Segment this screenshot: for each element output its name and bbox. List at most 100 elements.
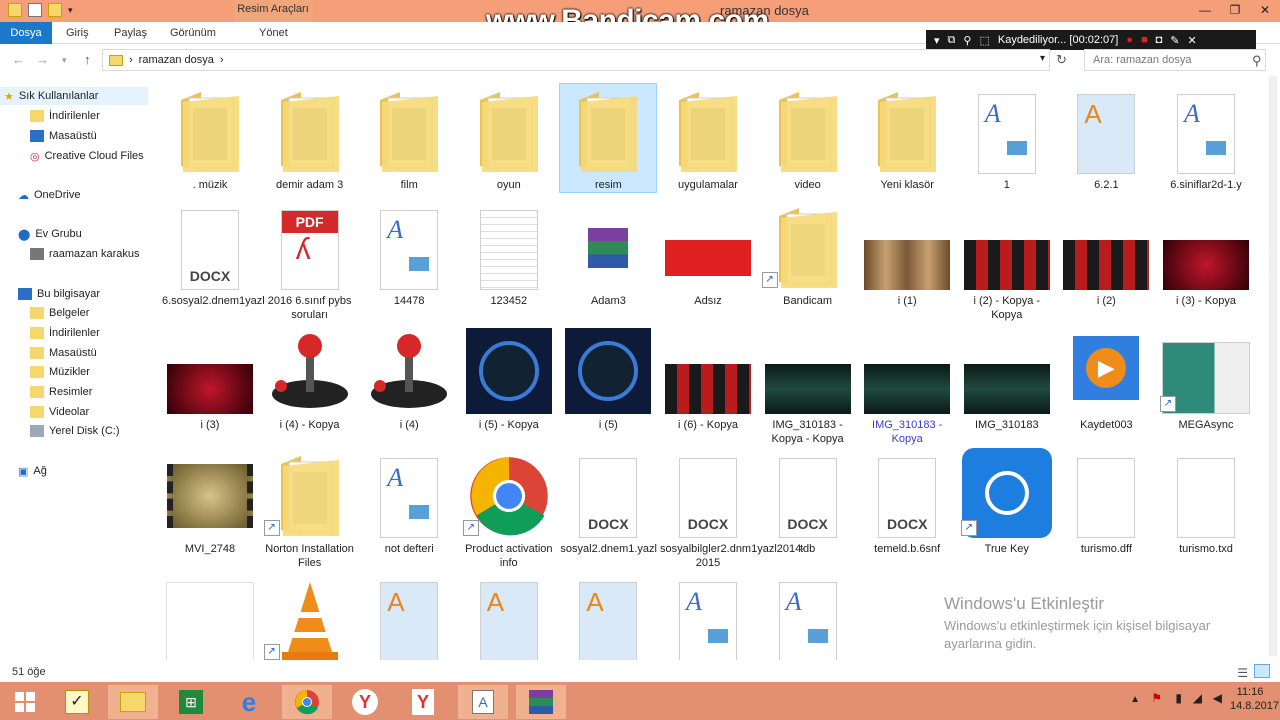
close-button[interactable]: ✕	[1250, 0, 1280, 20]
tab-home[interactable]: Giriş	[58, 22, 97, 44]
sidebar-item-pictures[interactable]: Resimler	[30, 383, 92, 401]
chevron-down-icon[interactable]: ▾	[934, 34, 940, 47]
back-arrow-icon[interactable]: ←	[12, 52, 25, 67]
sidebar-item-videos[interactable]: Videolar	[30, 403, 89, 421]
file-item[interactable]: i (1)	[859, 200, 955, 308]
sidebar-item-this-pc[interactable]: Bu bilgisayar	[18, 285, 100, 303]
file-item[interactable]: IMG_310183 - Kopya - Kopya	[760, 324, 856, 446]
file-item[interactable]: oyun	[461, 84, 557, 192]
breadcrumb[interactable]: ramazan dosya	[139, 54, 214, 66]
file-item[interactable]: i (2) - Kopya - Kopya	[959, 200, 1055, 322]
sidebar-item-creative-cloud[interactable]: ◎ Creative Cloud Files	[30, 147, 144, 165]
file-item[interactable]: film	[361, 84, 457, 192]
taskbar-wordpad[interactable]: A	[458, 685, 508, 719]
minimize-button[interactable]: —	[1190, 0, 1220, 20]
file-item[interactable]: DOCX tdb	[760, 448, 856, 556]
file-item[interactable]: A 6.siniflar2d-1.y	[1158, 84, 1254, 192]
file-item[interactable]: PDF ʎ 2016 6.sınıf pybs soruları	[262, 200, 358, 322]
chevron-down-icon[interactable]: ▾	[68, 3, 76, 17]
tab-file[interactable]: Dosya	[0, 22, 52, 44]
sidebar-item-onedrive[interactable]: ☁ OneDrive	[18, 186, 80, 204]
file-item[interactable]: MVI_2748	[162, 448, 258, 556]
start-button[interactable]	[0, 685, 50, 719]
file-item[interactable]: A	[461, 572, 557, 660]
file-item[interactable]: i (2)	[1058, 200, 1154, 308]
file-item[interactable]: Adam3	[560, 200, 656, 308]
tab-share[interactable]: Paylaş	[106, 22, 155, 44]
sidebar-item-local-disk[interactable]: Yerel Disk (C:)	[30, 422, 120, 440]
taskbar-file-explorer[interactable]	[108, 685, 158, 719]
taskbar-internet-explorer[interactable]: e	[224, 685, 274, 719]
file-item[interactable]: i (3)	[162, 324, 258, 432]
close-icon[interactable]: ✕	[1188, 34, 1197, 47]
camera-icon[interactable]: ◘	[1156, 34, 1163, 46]
stop-icon[interactable]: ■	[1141, 34, 1148, 46]
taskbar-store[interactable]: ⊞	[166, 685, 216, 719]
file-item[interactable]: demir adam 3	[262, 84, 358, 192]
window-icon[interactable]: ⧉	[948, 34, 956, 47]
volume-icon[interactable]: ◀	[1213, 691, 1222, 705]
file-item[interactable]: ↗ Norton Installation Files	[262, 448, 358, 570]
sidebar-item-downloads[interactable]: İndirilenler	[30, 107, 100, 125]
maximize-button[interactable]: ❐	[1220, 0, 1250, 20]
signal-icon[interactable]: ◢	[1193, 691, 1202, 705]
sidebar-item-documents[interactable]: Belgeler	[30, 304, 89, 322]
file-item[interactable]: i (6) - Kopya	[660, 324, 756, 432]
record-icon[interactable]: ●	[1126, 34, 1133, 46]
chevron-up-icon[interactable]: ▲	[1130, 693, 1140, 707]
refresh-icon[interactable]: ↻	[1056, 52, 1067, 68]
file-item[interactable]: ↗	[262, 572, 358, 660]
file-item[interactable]: . müzik	[162, 84, 258, 192]
battery-icon[interactable]: ▮	[1175, 691, 1182, 705]
file-item[interactable]: A	[760, 572, 856, 660]
tab-manage[interactable]: Yönet	[251, 22, 296, 44]
file-item[interactable]: IMG_310183 - Kopya	[859, 324, 955, 446]
region-icon[interactable]: ⬚	[979, 34, 989, 47]
file-item[interactable]: i (3) - Kopya	[1158, 200, 1254, 308]
chevron-down-icon[interactable]: ▾	[1040, 53, 1045, 64]
sidebar-item-user[interactable]: raamazan karakus	[30, 245, 140, 263]
file-item[interactable]: A	[660, 572, 756, 660]
sidebar-item-desktop[interactable]: Masaüstü	[30, 127, 97, 145]
file-item[interactable]: turismo.txd	[1158, 448, 1254, 556]
file-item[interactable]: i (4) - Kopya	[262, 324, 358, 432]
search-input[interactable]: Ara: ramazan dosya	[1084, 49, 1266, 71]
file-item[interactable]: 123452	[461, 200, 557, 308]
file-item[interactable]: ↗ Bandicam	[760, 200, 856, 308]
file-item[interactable]: video	[760, 84, 856, 192]
sidebar-item-favorites[interactable]: ★ Sık Kullanılanlar	[0, 87, 148, 105]
up-arrow-icon[interactable]: ↑	[84, 52, 91, 67]
sidebar-item-downloads-pc[interactable]: İndirilenler	[30, 324, 100, 342]
sidebar-item-desktop-pc[interactable]: Masaüstü	[30, 344, 97, 362]
file-item[interactable]: ↗ MEGAsync	[1158, 324, 1254, 432]
taskbar-chrome[interactable]	[282, 685, 332, 719]
file-item[interactable]: Yeni klasör	[859, 84, 955, 192]
pencil-icon[interactable]: ✎	[1170, 34, 1179, 47]
file-item[interactable]: A 14478	[361, 200, 457, 308]
file-item[interactable]: turismo.dff	[1058, 448, 1154, 556]
forward-arrow-icon[interactable]: →	[36, 52, 49, 67]
properties-icon[interactable]	[28, 3, 42, 17]
large-icons-view-icon[interactable]	[1254, 664, 1270, 678]
file-item[interactable]: i (4)	[361, 324, 457, 432]
search-icon[interactable]: ⚲	[963, 34, 971, 47]
taskbar-winrar[interactable]	[516, 685, 566, 719]
file-item[interactable]: resim	[559, 83, 658, 193]
path-field[interactable]: › ramazan dosya › ▾	[102, 49, 1050, 71]
file-item[interactable]: A	[361, 572, 457, 660]
vertical-scrollbar[interactable]	[1269, 76, 1277, 656]
file-item[interactable]: DOCX temeld.b.6snf	[859, 448, 955, 556]
folder-icon[interactable]	[8, 3, 22, 17]
chevron-down-icon[interactable]: ▾	[62, 55, 67, 66]
file-item[interactable]: ▶ Kaydet003	[1058, 324, 1154, 432]
file-item[interactable]: ↗ Product activation info	[461, 448, 557, 570]
file-item[interactable]: A 6.2.1	[1058, 84, 1154, 192]
file-item[interactable]: ↗ True Key	[959, 448, 1055, 556]
file-item[interactable]: uygulamalar	[660, 84, 756, 192]
file-item[interactable]: i (5)	[560, 324, 656, 432]
file-item[interactable]: DOCX sosyalbilgler2.dnm1yazl2014-2015	[660, 448, 805, 570]
taskbar-yandex-2[interactable]: Y	[398, 685, 448, 719]
sidebar-item-music[interactable]: Müzikler	[30, 363, 90, 381]
sidebar-item-homegroup[interactable]: ⬤ Ev Grubu	[18, 225, 82, 243]
clock[interactable]: 11:16 14.8.2017	[1230, 685, 1279, 713]
